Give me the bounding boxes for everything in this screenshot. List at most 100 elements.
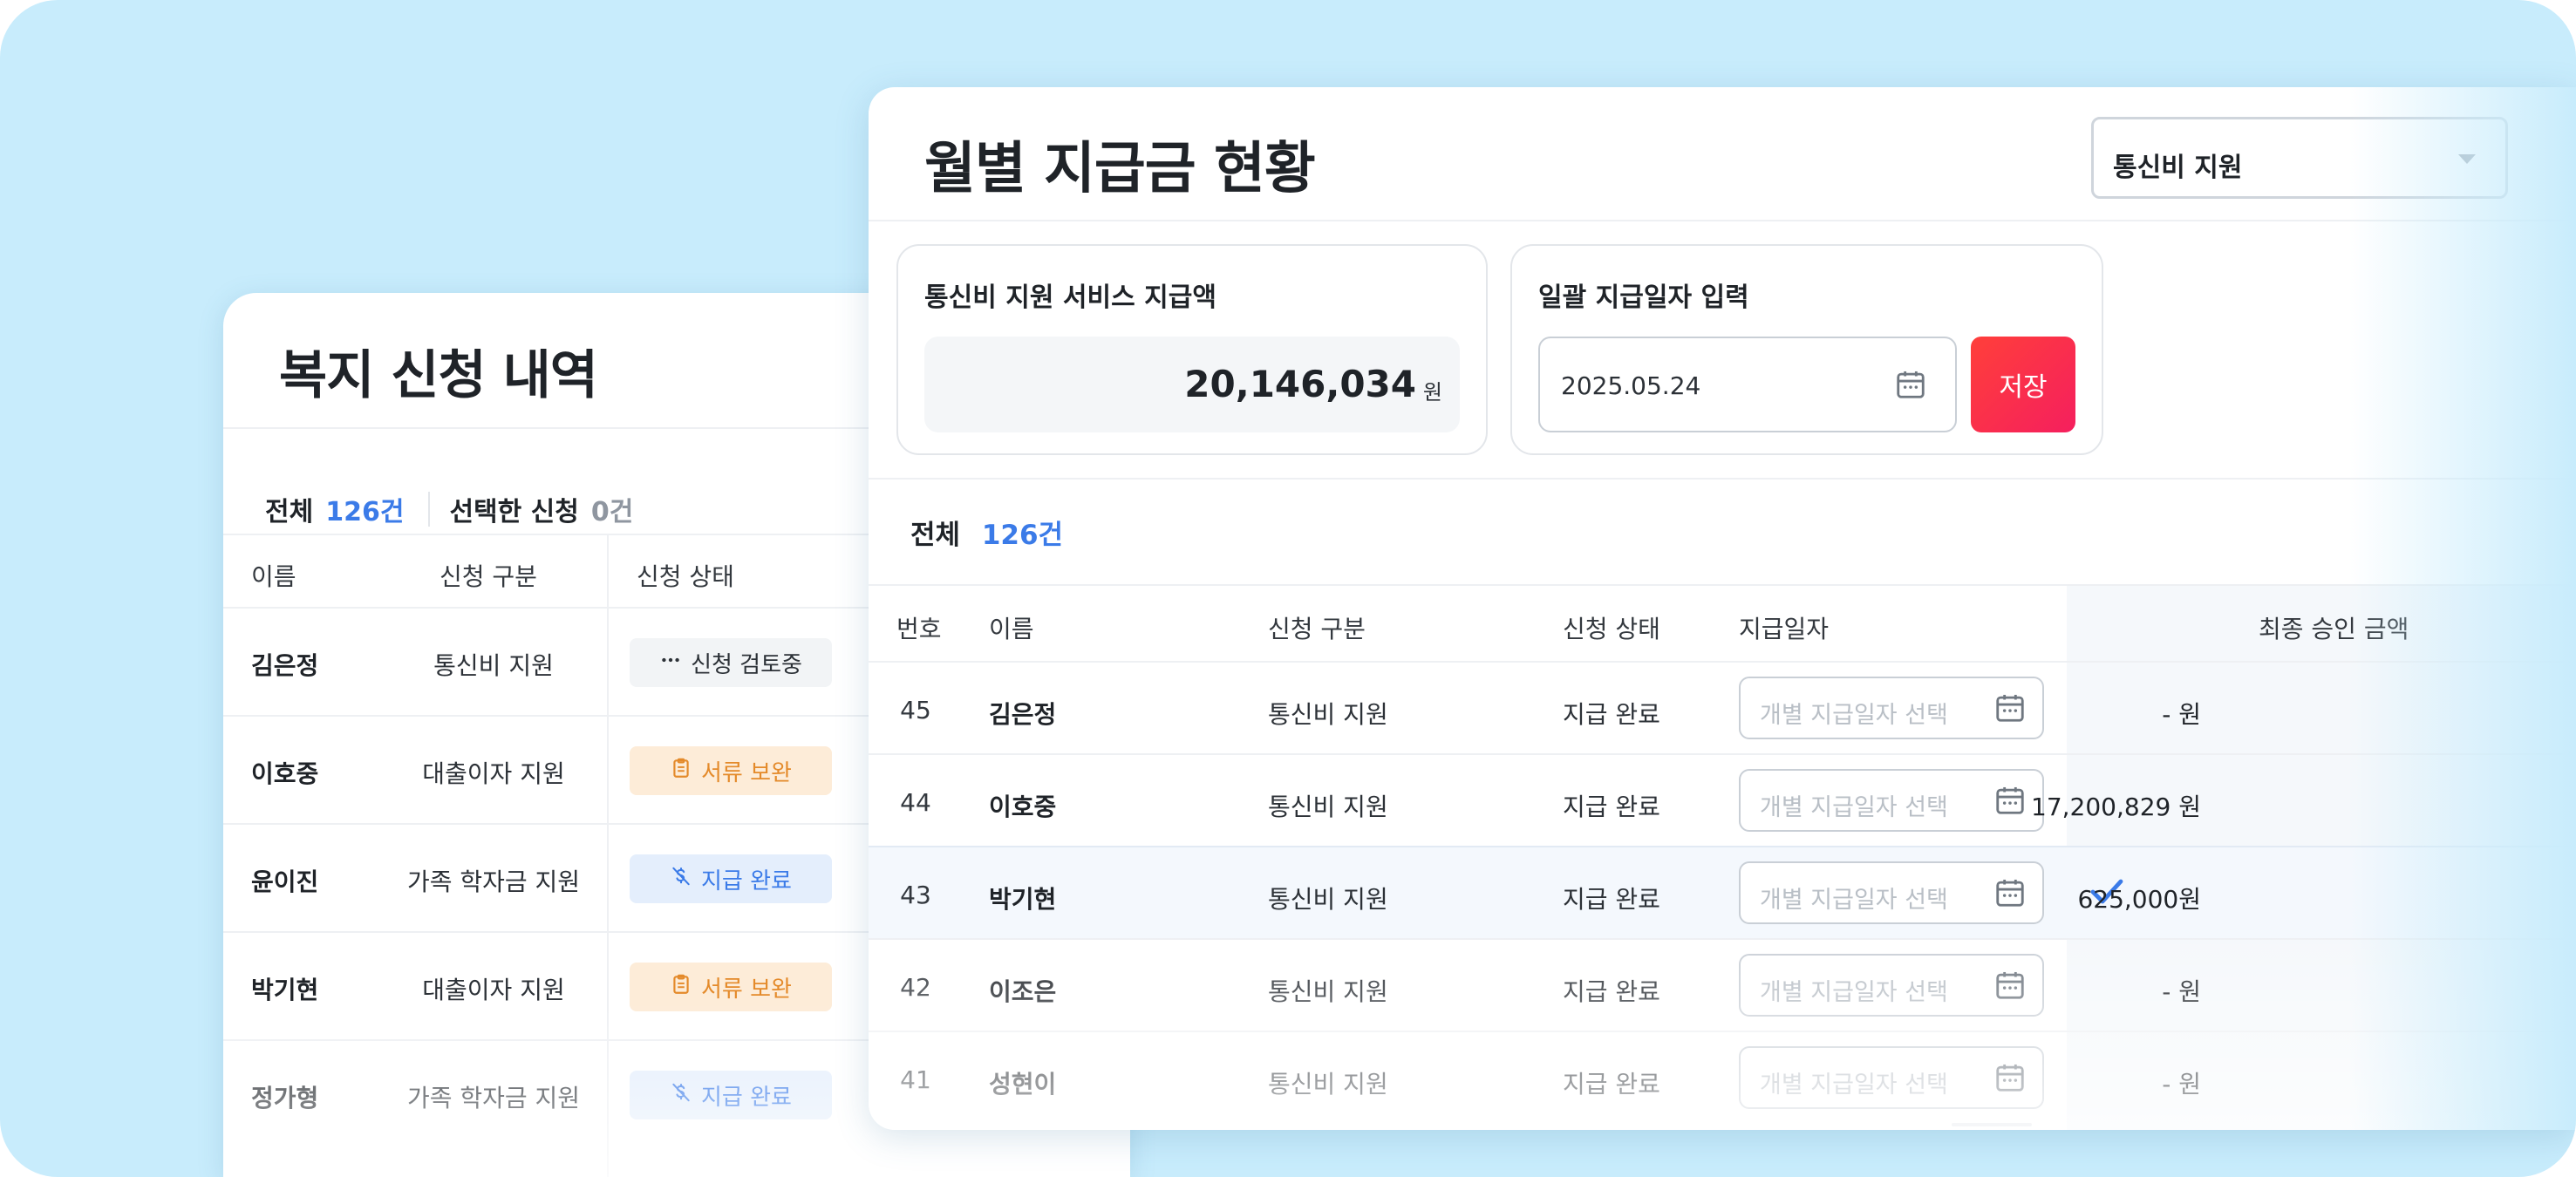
pay-date-placeholder: 개별 지급일자 선택 xyxy=(1760,702,1948,729)
bulk-date-label: 일괄 지급일자 입력 xyxy=(1538,282,1749,313)
applicant-name: 박기현 xyxy=(989,885,1057,914)
calendar-icon[interactable] xyxy=(1993,1061,2027,1094)
panel-title: 복지 신청 내역 xyxy=(279,345,598,406)
column-header-status[interactable]: 신청 상태 xyxy=(637,558,734,593)
status-label: 서류 보완 xyxy=(701,976,792,1003)
final-approved-amount: - 원 xyxy=(2162,700,2201,729)
application-status: 지급 완료 xyxy=(1563,793,1660,821)
service-amount-card: 통신비 지원 서비스 지급액 20,146,034 원 xyxy=(896,244,1488,455)
clipboard-icon xyxy=(670,757,692,786)
application-category: 통신비 지원 xyxy=(433,651,554,680)
table-row[interactable]: 43 박기현 통신비 지원 지급 완료 개별 지급일자 선택 625,000원 xyxy=(869,846,2576,938)
application-category: 가족 학자금 지원 xyxy=(406,1084,581,1112)
bulk-date-value: 2025.05.24 xyxy=(1561,371,1701,400)
application-category: 대출이자 지원 xyxy=(422,976,565,1004)
bulk-date-card: 일괄 지급일자 입력 2025.05.24 저장 xyxy=(1510,244,2103,455)
total-label: 전체 xyxy=(265,497,314,527)
status-badge: 지급 완료 xyxy=(630,854,832,903)
pay-date-placeholder: 개별 지급일자 선택 xyxy=(1760,887,1948,914)
row-number: 43 xyxy=(900,881,931,909)
application-status: 지급 완료 xyxy=(1563,700,1660,729)
final-approved-amount: 625,000원 xyxy=(2077,885,2201,914)
applicant-name: 윤이진 xyxy=(251,867,319,896)
bulk-date-input[interactable]: 2025.05.24 xyxy=(1538,337,1957,432)
calendar-icon[interactable] xyxy=(1894,368,1927,401)
save-button[interactable]: 저장 xyxy=(1971,337,2075,432)
status-label: 지급 완료 xyxy=(701,1084,792,1111)
pay-date-input[interactable]: 개별 지급일자 선택 xyxy=(1739,954,2044,1017)
application-category: 통신비 지원 xyxy=(1268,793,1388,821)
divider xyxy=(869,478,2576,480)
column-header-category[interactable]: 신청 구분 xyxy=(440,558,537,593)
monthly-payment-panel: 월별 지급금 현황 통신비 지원 통신비 지원 서비스 지급액 20,146,0… xyxy=(869,87,2576,1130)
column-header-status[interactable]: 신청 상태 xyxy=(1563,610,1660,645)
pay-date-input[interactable]: 개별 지급일자 선택 xyxy=(1739,769,2044,832)
application-category: 통신비 지원 xyxy=(1268,700,1388,729)
applicant-name: 이호중 xyxy=(251,759,319,788)
application-status: 지급 완료 xyxy=(1563,1070,1660,1099)
chevron-down-icon xyxy=(2458,154,2476,164)
column-header-final-amount[interactable]: 최종 승인 금액 xyxy=(2259,610,2409,645)
service-amount-field: 20,146,034 원 xyxy=(924,337,1460,432)
application-category: 통신비 지원 xyxy=(1268,885,1388,914)
calendar-icon[interactable] xyxy=(1993,876,2027,909)
pay-date-input[interactable]: 개별 지급일자 선택 xyxy=(1739,1046,2044,1109)
status-label: 신청 검토중 xyxy=(691,651,802,678)
row-number: 41 xyxy=(900,1065,931,1094)
table-row[interactable]: 41 성현이 통신비 지원 지급 완료 개별 지급일자 선택 - 원 xyxy=(869,1031,2576,1123)
total-label: 전체 xyxy=(910,520,961,551)
status-badge: 서류 보완 xyxy=(630,963,832,1011)
application-status: 지급 완료 xyxy=(1563,885,1660,914)
scrollbar[interactable] xyxy=(1952,1123,2032,1126)
column-header-name[interactable]: 이름 xyxy=(989,610,1034,645)
service-amount-value: 20,146,034 xyxy=(1184,363,1416,405)
pay-date-placeholder: 개별 지급일자 선택 xyxy=(1760,979,1948,1006)
status-label: 지급 완료 xyxy=(701,867,792,895)
divider xyxy=(428,492,431,527)
application-category: 통신비 지원 xyxy=(1268,977,1388,1006)
calendar-icon[interactable] xyxy=(1993,969,2027,1002)
column-header-name[interactable]: 이름 xyxy=(251,558,296,593)
table-row[interactable]: 44 이호중 통신비 지원 지급 완료 개별 지급일자 선택 17,200,829 원 xyxy=(869,753,2576,846)
calendar-icon[interactable] xyxy=(1993,691,2027,725)
more-dots-icon xyxy=(659,649,682,677)
final-approved-amount: - 원 xyxy=(2162,1070,2201,1099)
applicant-name: 이호중 xyxy=(989,793,1057,821)
amount-unit: 원 xyxy=(1422,380,1442,405)
column-header-pay-date[interactable]: 지급일자 xyxy=(1739,610,1829,645)
application-category: 통신비 지원 xyxy=(1268,1070,1388,1099)
pay-date-placeholder: 개별 지급일자 선택 xyxy=(1760,1072,1948,1099)
row-number: 42 xyxy=(900,973,931,1002)
status-badge: 지급 완료 xyxy=(630,1071,832,1119)
panel-title: 월별 지급금 현황 xyxy=(924,137,1316,201)
applicant-name: 이조은 xyxy=(989,977,1057,1006)
row-number: 45 xyxy=(900,696,931,725)
money-off-icon xyxy=(670,1081,692,1110)
final-approved-amount: - 원 xyxy=(2162,977,2201,1006)
total-summary: 전체 126건 xyxy=(910,513,1063,552)
status-badge: 신청 검토중 xyxy=(630,638,832,687)
service-select-value: 통신비 지원 xyxy=(2113,153,2243,183)
table-header: 번호 이름 신청 구분 신청 상태 지급일자 최종 승인 금액 xyxy=(869,586,2576,661)
column-header-number[interactable]: 번호 xyxy=(896,610,942,645)
applicant-name: 박기현 xyxy=(251,976,319,1004)
final-approved-amount: 17,200,829 원 xyxy=(2031,793,2201,821)
applicant-name: 성현이 xyxy=(989,1070,1057,1099)
total-count: 126건 xyxy=(981,520,1064,551)
pay-date-input[interactable]: 개별 지급일자 선택 xyxy=(1739,677,2044,739)
total-count: 126건 xyxy=(325,497,405,527)
money-off-icon xyxy=(670,865,692,894)
pay-date-input[interactable]: 개별 지급일자 선택 xyxy=(1739,861,2044,924)
applicant-name: 김은정 xyxy=(251,651,319,680)
calendar-icon[interactable] xyxy=(1993,784,2027,817)
table-row[interactable]: 42 이조은 통신비 지원 지급 완료 개별 지급일자 선택 - 원 xyxy=(869,938,2576,1031)
application-category: 가족 학자금 지원 xyxy=(406,867,581,896)
divider xyxy=(869,220,2576,221)
selected-count: 0건 xyxy=(590,497,634,527)
status-badge: 서류 보완 xyxy=(630,746,832,795)
clipboard-icon xyxy=(670,973,692,1002)
table-row[interactable]: 45 김은정 통신비 지원 지급 완료 개별 지급일자 선택 - 원 xyxy=(869,661,2576,753)
application-status: 지급 완료 xyxy=(1563,977,1660,1006)
service-select[interactable]: 통신비 지원 xyxy=(2091,117,2508,199)
column-header-category[interactable]: 신청 구분 xyxy=(1268,610,1366,645)
